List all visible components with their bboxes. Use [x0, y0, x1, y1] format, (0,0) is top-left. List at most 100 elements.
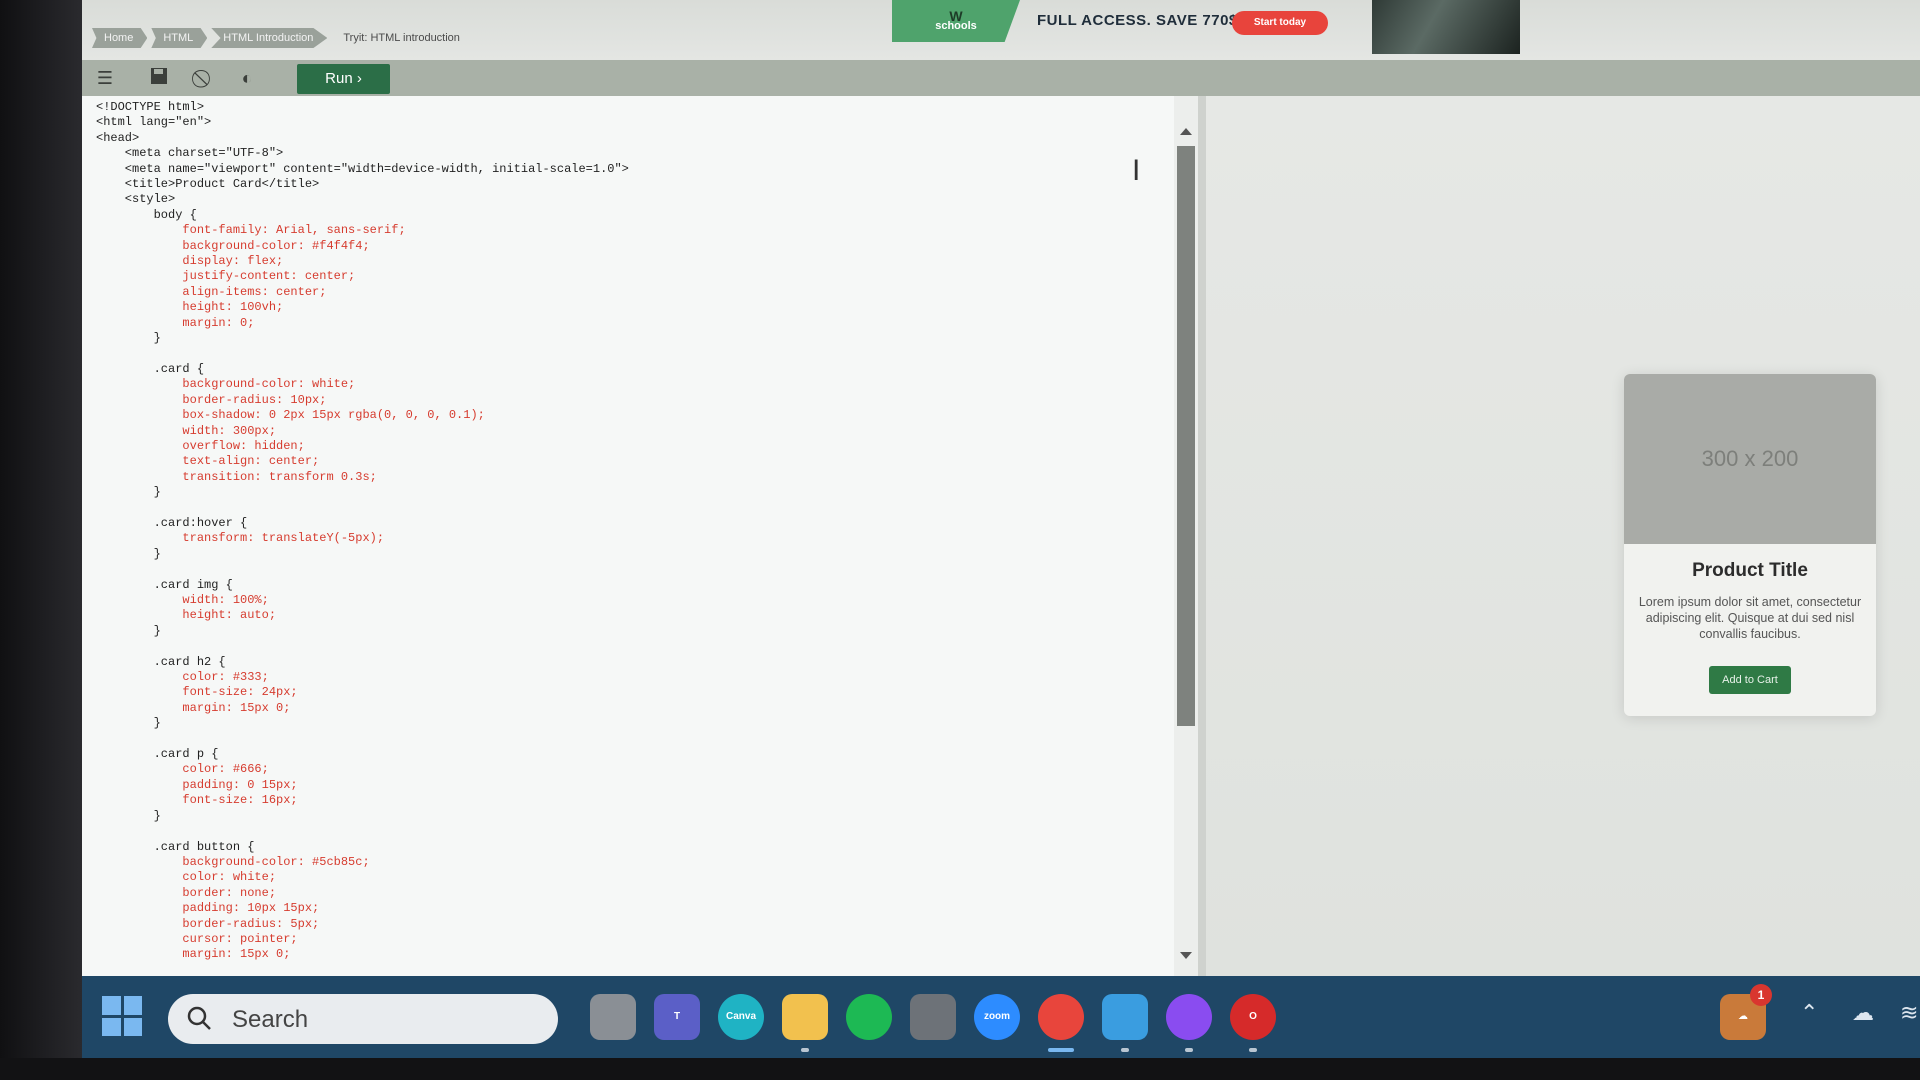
canva-icon[interactable]: Canva: [718, 994, 764, 1040]
chevron-up-icon[interactable]: ⌃: [1800, 1000, 1818, 1026]
code-line[interactable]: <meta name="viewport" content="width=dev…: [96, 162, 629, 177]
code-line[interactable]: .card img {: [96, 578, 629, 593]
code-line[interactable]: color: #666;: [96, 762, 629, 777]
spotify-icon[interactable]: [846, 994, 892, 1040]
taskbar: Search T Canva zoom O ☁ 1 ⌃ ☁ ≋: [82, 976, 1920, 1058]
breadcrumb-html-introduction[interactable]: HTML Introduction: [211, 28, 328, 48]
code-line[interactable]: overflow: hidden;: [96, 439, 629, 454]
messenger-icon[interactable]: [1166, 994, 1212, 1052]
code-line[interactable]: [96, 347, 629, 362]
code-line[interactable]: display: flex;: [96, 254, 629, 269]
running-indicator: [1048, 1048, 1074, 1052]
code-line[interactable]: padding: 10px 15px;: [96, 901, 629, 916]
code-line[interactable]: }: [96, 716, 629, 731]
code-line[interactable]: font-size: 16px;: [96, 793, 629, 808]
windows-start-icon[interactable]: [102, 996, 142, 1036]
file-explorer-icon[interactable]: [782, 994, 828, 1052]
onedrive-icon[interactable]: ☁: [1852, 1000, 1874, 1026]
calculator-icon[interactable]: [910, 994, 956, 1040]
code-line[interactable]: text-align: center;: [96, 454, 629, 469]
taskbar-search[interactable]: Search: [168, 994, 558, 1044]
code-line[interactable]: margin: 15px 0;: [96, 947, 629, 962]
code-line[interactable]: cursor: pointer;: [96, 932, 629, 947]
breadcrumb-home[interactable]: Home: [92, 28, 148, 48]
code-line[interactable]: background-color: #5cb85c;: [96, 855, 629, 870]
code-editor[interactable]: <!DOCTYPE html> <html lang="en"> <head> <m…: [82, 96, 1197, 976]
notepad-icon[interactable]: [1102, 994, 1148, 1052]
running-indicator: [801, 1048, 809, 1052]
code-line[interactable]: .card p {: [96, 747, 629, 762]
code-line[interactable]: .card:hover {: [96, 516, 629, 531]
code-line[interactable]: margin: 0;: [96, 316, 629, 331]
code-line[interactable]: box-shadow: 0 2px 15px rgba(0, 0, 0, 0.1…: [96, 408, 629, 423]
code-line[interactable]: <meta charset="UTF-8">: [96, 146, 629, 161]
run-button[interactable]: Run ›: [297, 64, 390, 94]
start-today-button[interactable]: Start today: [1232, 11, 1328, 35]
result-preview: 300 x 200 Product Title Lorem ipsum dolo…: [1206, 96, 1920, 976]
code-line[interactable]: background-color: white;: [96, 377, 629, 392]
weather-icon[interactable]: ☁ 1: [1720, 984, 1772, 1040]
editor-scrollbar[interactable]: [1174, 96, 1198, 976]
code-line[interactable]: padding: 0 15px;: [96, 778, 629, 793]
code-text[interactable]: <!DOCTYPE html> <html lang="en"> <head> <m…: [96, 100, 629, 963]
pane-divider[interactable]: [1198, 96, 1206, 976]
code-line[interactable]: font-family: Arial, sans-serif;: [96, 223, 629, 238]
opera-icon[interactable]: O: [1230, 994, 1276, 1052]
code-line[interactable]: <title>Product Card</title>: [96, 177, 629, 192]
code-line[interactable]: color: white;: [96, 870, 629, 885]
code-line[interactable]: align-items: center;: [96, 285, 629, 300]
scroll-up-arrow-icon[interactable]: [1180, 128, 1192, 135]
product-card[interactable]: 300 x 200 Product Title Lorem ipsum dolo…: [1624, 374, 1876, 716]
code-line[interactable]: font-size: 24px;: [96, 685, 629, 700]
code-line[interactable]: [96, 639, 629, 654]
code-line[interactable]: [96, 824, 629, 839]
code-line[interactable]: .card h2 {: [96, 655, 629, 670]
code-line[interactable]: width: 300px;: [96, 424, 629, 439]
block-icon[interactable]: ⃠: [192, 66, 218, 90]
code-line[interactable]: height: auto;: [96, 608, 629, 623]
chrome-icon[interactable]: [1038, 994, 1084, 1052]
code-line[interactable]: [96, 562, 629, 577]
wifi-icon[interactable]: ≋: [1900, 1000, 1918, 1026]
code-line[interactable]: .card button {: [96, 840, 629, 855]
notification-badge: 1: [1750, 984, 1772, 1006]
code-line[interactable]: <!DOCTYPE html>: [96, 100, 629, 115]
code-line[interactable]: width: 100%;: [96, 593, 629, 608]
code-line[interactable]: height: 100vh;: [96, 300, 629, 315]
text-cursor-icon: I: [1132, 154, 1141, 187]
code-line[interactable]: <head>: [96, 131, 629, 146]
code-line[interactable]: border-radius: 5px;: [96, 917, 629, 932]
ad-banner[interactable]: Wschools FULL ACCESS. SAVE 770$ Start to…: [892, 0, 1520, 54]
contrast-icon[interactable]: ◐: [234, 66, 260, 90]
code-line[interactable]: [96, 732, 629, 747]
code-line[interactable]: border-radius: 10px;: [96, 393, 629, 408]
code-line[interactable]: }: [96, 547, 629, 562]
zoom-icon[interactable]: zoom: [974, 994, 1020, 1040]
menu-icon[interactable]: ☰: [92, 66, 118, 90]
task-view-icon[interactable]: [590, 994, 636, 1040]
code-line[interactable]: border: none;: [96, 886, 629, 901]
code-line[interactable]: }: [96, 331, 629, 346]
code-line[interactable]: <html lang="en">: [96, 115, 629, 130]
search-icon: [187, 1006, 211, 1030]
teams-icon[interactable]: T: [654, 994, 700, 1040]
code-line[interactable]: transform: translateY(-5px);: [96, 531, 629, 546]
code-line[interactable]: transition: transform 0.3s;: [96, 470, 629, 485]
code-line[interactable]: [96, 501, 629, 516]
code-line[interactable]: body {: [96, 208, 629, 223]
add-to-cart-button[interactable]: Add to Cart: [1709, 666, 1791, 694]
code-line[interactable]: }: [96, 624, 629, 639]
code-line[interactable]: .card {: [96, 362, 629, 377]
scroll-down-arrow-icon[interactable]: [1180, 952, 1192, 959]
breadcrumb-html[interactable]: HTML: [151, 28, 208, 48]
code-line[interactable]: }: [96, 485, 629, 500]
code-line[interactable]: margin: 15px 0;: [96, 701, 629, 716]
code-line[interactable]: }: [96, 809, 629, 824]
code-line[interactable]: color: #333;: [96, 670, 629, 685]
code-line[interactable]: <style>: [96, 192, 629, 207]
code-line[interactable]: justify-content: center;: [96, 269, 629, 284]
code-line[interactable]: background-color: #f4f4f4;: [96, 239, 629, 254]
scroll-thumb[interactable]: [1177, 146, 1195, 726]
save-icon[interactable]: [146, 66, 172, 90]
w3schools-logo: Wschools: [892, 0, 1020, 42]
